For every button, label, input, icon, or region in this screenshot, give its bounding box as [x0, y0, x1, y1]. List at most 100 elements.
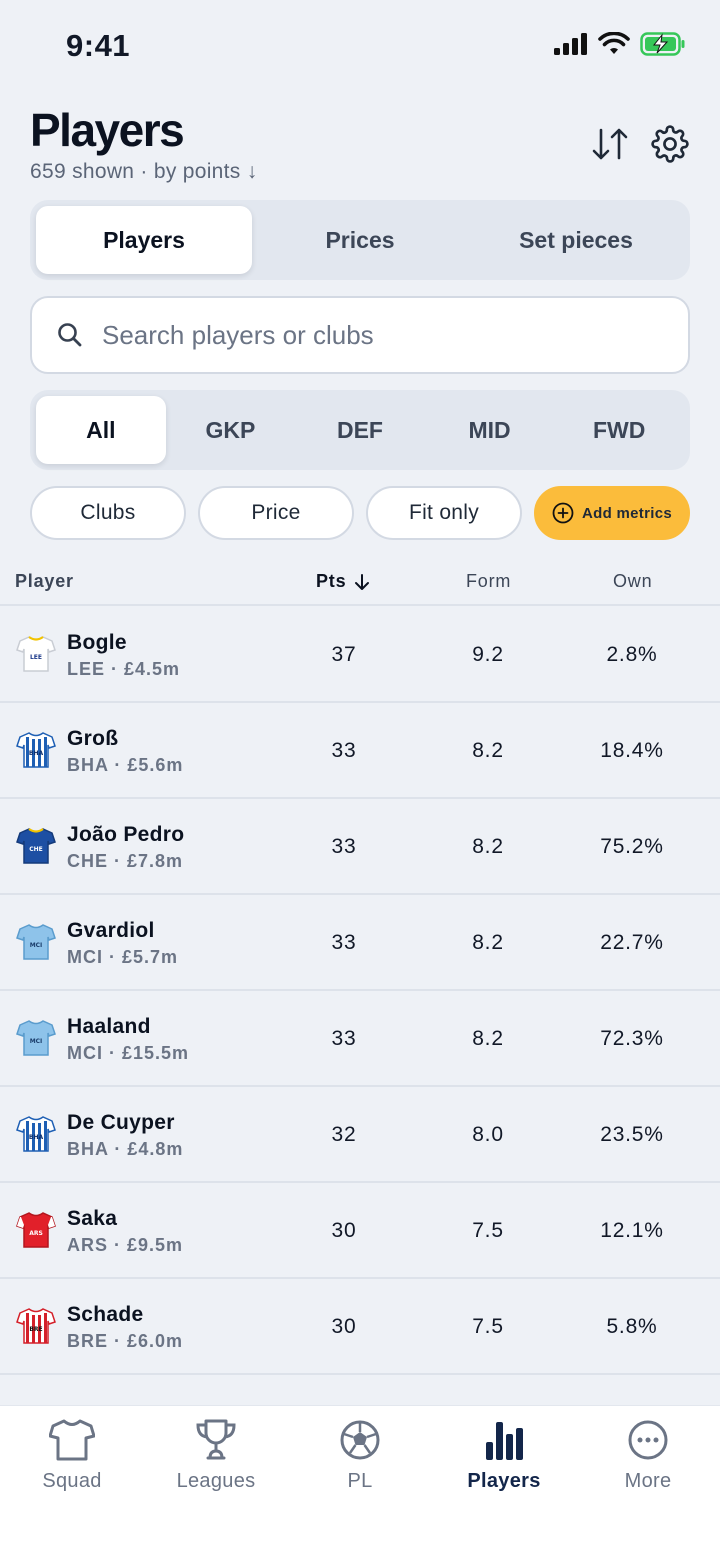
player-name: Bogle [67, 631, 127, 654]
player-meta: BRE · £6.0m [67, 1331, 184, 1351]
players-table: LEE Bogle LEE · £4.5m 37 9.2 2.8% BHA Gr… [0, 607, 720, 1405]
player-meta: BHA · £5.6m [67, 755, 184, 775]
gear-icon [651, 125, 689, 163]
bar-chart-icon [486, 1422, 523, 1460]
kit-mci-icon: MCI [16, 1020, 56, 1056]
page-header: Players 659 shown · by points ↓ [30, 104, 690, 188]
search-box [30, 296, 690, 374]
table-row[interactable]: BHA Groß BHA · £5.6m 33 8.2 18.4% [0, 703, 720, 799]
player-form: 9.2 [472, 643, 504, 666]
player-pts: 32 [331, 1123, 357, 1146]
status-icons [554, 32, 686, 56]
nav-players[interactable]: Players [432, 1418, 576, 1493]
more-icon [628, 1420, 668, 1460]
sort-button[interactable] [590, 124, 630, 164]
nav-leagues-label: Leagues [176, 1470, 256, 1492]
player-name: Saka [67, 1207, 118, 1230]
kit-lee-icon: LEE [16, 636, 56, 672]
position-gkp[interactable]: GKP [166, 396, 296, 464]
table-row[interactable]: MCI Gvardiol MCI · £5.7m 33 8.2 22.7% [0, 895, 720, 991]
status-time: 9:41 [66, 28, 131, 63]
position-fwd[interactable]: FWD [554, 396, 684, 464]
shirt-icon [49, 1419, 95, 1461]
position-def[interactable]: DEF [295, 396, 425, 464]
wifi-icon [598, 32, 630, 54]
player-form: 8.2 [472, 931, 504, 954]
search-input[interactable] [102, 319, 642, 351]
kit-bre-label: BRE [29, 1326, 42, 1333]
table-header: Player Pts Form Own [0, 560, 720, 606]
player-pts: 33 [331, 1027, 357, 1050]
settings-button[interactable] [650, 124, 690, 164]
player-name: Schade [67, 1303, 144, 1326]
nav-pl-label: PL [347, 1470, 373, 1492]
nav-more[interactable]: More [576, 1418, 720, 1493]
column-pts-label: Pts [316, 571, 347, 591]
player-name: De Cuyper [67, 1111, 175, 1134]
header-actions [590, 124, 690, 164]
kit-bha-label: BHA [29, 750, 44, 757]
position-filter: All GKP DEF MID FWD [30, 390, 690, 470]
search-icon [58, 323, 82, 347]
player-form: 8.2 [472, 835, 504, 858]
football-icon [340, 1420, 380, 1460]
player-pts: 37 [331, 643, 357, 666]
player-meta: CHE · £7.8m [67, 851, 184, 871]
player-meta: BHA · £4.8m [67, 1139, 184, 1159]
kit-ars-label: ARS [29, 1230, 43, 1237]
battery-charging-icon [640, 32, 685, 56]
column-own[interactable]: Own [613, 571, 652, 592]
signal-icon [554, 33, 587, 55]
kit-mci-label: MCI [30, 1038, 43, 1045]
player-pts: 33 [331, 835, 357, 858]
player-form: 7.5 [472, 1219, 504, 1242]
nav-players-label: Players [467, 1470, 541, 1492]
player-form: 8.2 [472, 1027, 504, 1050]
tab-set-pieces[interactable]: Set pieces [468, 206, 684, 274]
plus-circle-icon [552, 502, 574, 524]
nav-pl[interactable]: PL [288, 1418, 432, 1493]
tab-prices[interactable]: Prices [252, 206, 468, 274]
table-row[interactable]: CHE João Pedro CHE · £7.8m 33 8.2 75.2% [0, 799, 720, 895]
column-pts[interactable]: Pts [316, 571, 370, 592]
player-own: 75.2% [600, 835, 664, 858]
tab-players[interactable]: Players [36, 206, 252, 274]
nav-squad[interactable]: Squad [0, 1418, 144, 1493]
nav-leagues[interactable]: Leagues [144, 1418, 288, 1493]
fit-only-chip[interactable]: Fit only [366, 486, 522, 540]
player-meta: LEE · £4.5m [67, 659, 181, 679]
player-own: 12.1% [600, 1219, 664, 1242]
kit-bha-icon: BHA [16, 732, 56, 768]
table-row[interactable]: LEE Bogle LEE · £4.5m 37 9.2 2.8% [0, 607, 720, 703]
player-name: Haaland [67, 1015, 151, 1038]
sort-down-icon [355, 573, 370, 590]
column-form[interactable]: Form [466, 571, 511, 592]
bottom-nav: Squad Leagues PL Players More [0, 1405, 720, 1558]
filter-chips: Clubs Price Fit only Add metrics [30, 486, 690, 540]
price-filter-chip[interactable]: Price [198, 486, 354, 540]
player-pts: 33 [331, 739, 357, 762]
kit-mci-label: MCI [30, 942, 43, 949]
kit-bha-label: BHA [29, 1134, 44, 1141]
player-own: 18.4% [600, 739, 664, 762]
table-row[interactable]: BHA De Cuyper BHA · £4.8m 32 8.0 23.5% [0, 1087, 720, 1183]
player-name: João Pedro [67, 823, 185, 846]
kit-ars-icon: ARS [16, 1212, 56, 1248]
kit-bre-icon: BRE [16, 1308, 56, 1344]
player-own: 23.5% [600, 1123, 664, 1146]
position-all[interactable]: All [36, 396, 166, 464]
status-bar: 9:41 [0, 0, 720, 92]
kit-che-icon: CHE [16, 828, 56, 864]
column-player[interactable]: Player [15, 571, 74, 592]
add-metrics-button[interactable]: Add metrics [534, 486, 690, 540]
table-row[interactable]: BRE Schade BRE · £6.0m 30 7.5 5.8% [0, 1279, 720, 1375]
table-row[interactable]: MCI Haaland MCI · £15.5m 33 8.2 72.3% [0, 991, 720, 1087]
position-mid[interactable]: MID [425, 396, 555, 464]
table-row[interactable]: ARS Saka ARS · £9.5m 30 7.5 12.1% [0, 1183, 720, 1279]
clubs-filter-chip[interactable]: Clubs [30, 486, 186, 540]
player-pts: 30 [331, 1219, 357, 1242]
player-form: 7.5 [472, 1315, 504, 1338]
kit-mci-icon: MCI [16, 924, 56, 960]
nav-squad-label: Squad [42, 1470, 102, 1492]
player-form: 8.2 [472, 739, 504, 762]
